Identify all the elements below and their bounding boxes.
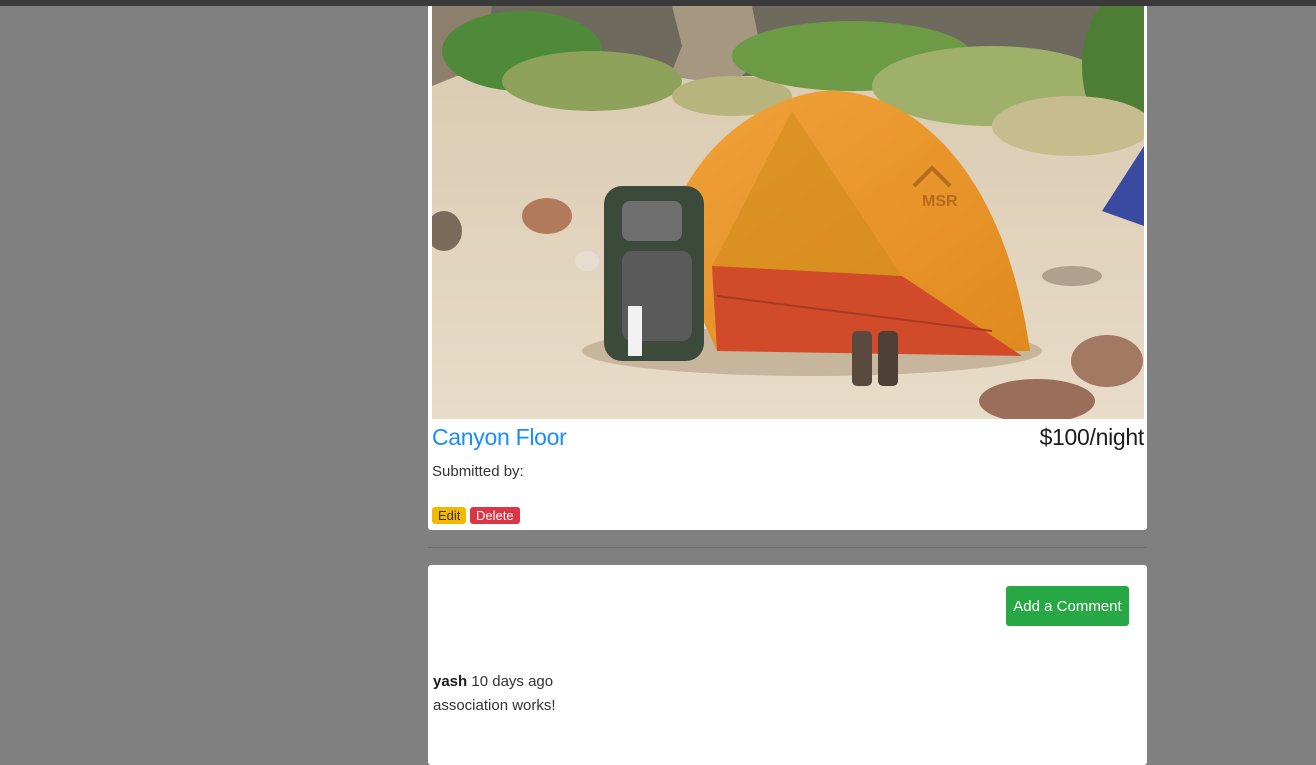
campground-title-link[interactable]: Canyon Floor (432, 424, 567, 451)
comment-time: 10 days ago (471, 673, 554, 690)
comments-card: Add a Comment yash 10 days ago associati… (428, 565, 1147, 765)
comment-header: yash 10 days ago (433, 673, 556, 690)
campground-card: MSR Canyon Floor $100/night Submitted by… (428, 6, 1147, 530)
add-comment-button[interactable]: Add a Comment (1006, 586, 1129, 626)
section-divider (428, 547, 1147, 548)
campground-photo: MSR (432, 6, 1144, 419)
edit-button[interactable]: Edit (432, 507, 467, 524)
campground-price: $100/night (1039, 424, 1145, 450)
comment-author: yash (433, 673, 468, 690)
comment-text: association works! (433, 697, 556, 714)
submitted-by-text: Submitted by: (432, 463, 524, 480)
delete-button[interactable]: Delete (470, 507, 520, 524)
comment-item: yash 10 days ago association works! (433, 673, 556, 714)
tent-logo: MSR (922, 193, 958, 210)
